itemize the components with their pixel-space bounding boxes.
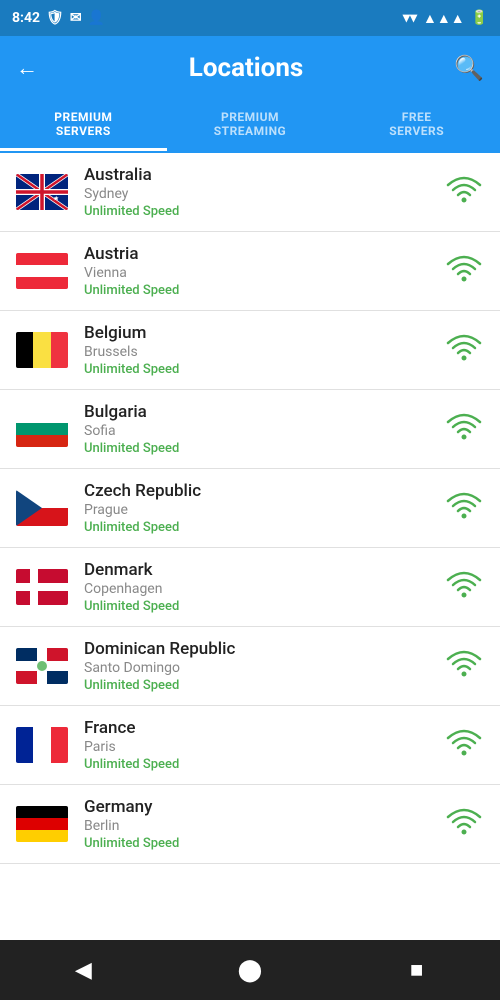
country-name: Belgium — [84, 323, 444, 343]
bottom-navigation: ◀ ⬤ ■ — [0, 940, 500, 1000]
location-info-austria: Austria Vienna Unlimited Speed — [84, 244, 444, 298]
flag-france — [16, 727, 68, 763]
speed-label: Unlimited Speed — [84, 283, 444, 298]
list-item[interactable]: Belgium Brussels Unlimited Speed — [0, 311, 500, 390]
time-display: 8:42 — [12, 10, 40, 26]
page-title: Locations — [189, 53, 304, 83]
flag-australia — [16, 174, 68, 210]
country-name: France — [84, 718, 444, 738]
city-name: Brussels — [84, 344, 444, 360]
country-name: Germany — [84, 797, 444, 817]
signal-strength-icon — [444, 333, 484, 367]
signal-strength-icon — [444, 728, 484, 762]
city-name: Prague — [84, 502, 444, 518]
city-name: Vienna — [84, 265, 444, 281]
mail-icon: ✉ — [70, 10, 82, 26]
speed-label: Unlimited Speed — [84, 678, 444, 693]
location-list: Australia Sydney Unlimited Speed Austria — [0, 153, 500, 940]
wifi-status-icon: ▾▾ — [403, 10, 417, 26]
country-name: Australia — [84, 165, 444, 185]
flag-dominican-republic — [16, 648, 68, 684]
speed-label: Unlimited Speed — [84, 441, 444, 456]
flag-austria — [16, 253, 68, 289]
location-info-germany: Germany Berlin Unlimited Speed — [84, 797, 444, 851]
signal-strength-icon — [444, 649, 484, 683]
country-name: Bulgaria — [84, 402, 444, 422]
speed-label: Unlimited Speed — [84, 520, 444, 535]
speed-label: Unlimited Speed — [84, 362, 444, 377]
tab-premium-streaming[interactable]: PREMIUMSTREAMING — [167, 100, 334, 151]
shield-icon: 🛡 — [46, 10, 64, 26]
status-bar: 8:42 🛡 ✉ 👤 ▾▾ ▲▲▲ 🔋 — [0, 0, 500, 36]
flag-bulgaria — [16, 411, 68, 447]
speed-label: Unlimited Speed — [84, 204, 444, 219]
signal-strength-icon — [444, 412, 484, 446]
location-info-belgium: Belgium Brussels Unlimited Speed — [84, 323, 444, 377]
country-name: Austria — [84, 244, 444, 264]
city-name: Paris — [84, 739, 444, 755]
city-name: Copenhagen — [84, 581, 444, 597]
flag-denmark — [16, 569, 68, 605]
recents-nav-button[interactable]: ■ — [387, 940, 447, 1000]
signal-strength-icon — [444, 175, 484, 209]
back-nav-button[interactable]: ◀ — [53, 940, 113, 1000]
list-item[interactable]: Dominican Republic Santo Domingo Unlimit… — [0, 627, 500, 706]
flag-czech-republic — [16, 490, 68, 526]
flag-germany — [16, 806, 68, 842]
city-name: Sydney — [84, 186, 444, 202]
speed-label: Unlimited Speed — [84, 599, 444, 614]
user-icon: 👤 — [88, 10, 105, 26]
location-info-bulgaria: Bulgaria Sofia Unlimited Speed — [84, 402, 444, 456]
list-item[interactable]: Bulgaria Sofia Unlimited Speed — [0, 390, 500, 469]
status-bar-right: ▾▾ ▲▲▲ 🔋 — [403, 10, 488, 27]
tab-free-servers[interactable]: FREESERVERS — [333, 100, 500, 151]
location-info-australia: Australia Sydney Unlimited Speed — [84, 165, 444, 219]
city-name: Santo Domingo — [84, 660, 444, 676]
flag-belgium — [16, 332, 68, 368]
country-name: Denmark — [84, 560, 444, 580]
location-info-dominican-republic: Dominican Republic Santo Domingo Unlimit… — [84, 639, 444, 693]
location-info-czech-republic: Czech Republic Prague Unlimited Speed — [84, 481, 444, 535]
list-item[interactable]: Germany Berlin Unlimited Speed — [0, 785, 500, 864]
list-item[interactable]: Australia Sydney Unlimited Speed — [0, 153, 500, 232]
tab-bar: PREMIUMSERVERS PREMIUMSTREAMING FREESERV… — [0, 100, 500, 153]
signal-strength-icon — [444, 807, 484, 841]
list-item[interactable]: Denmark Copenhagen Unlimited Speed — [0, 548, 500, 627]
signal-strength-icon — [444, 254, 484, 288]
country-name: Dominican Republic — [84, 639, 444, 659]
list-item[interactable]: Czech Republic Prague Unlimited Speed — [0, 469, 500, 548]
battery-icon: 🔋 — [471, 10, 488, 26]
location-info-denmark: Denmark Copenhagen Unlimited Speed — [84, 560, 444, 614]
signal-icon: ▲▲▲ — [423, 10, 465, 27]
status-bar-left: 8:42 🛡 ✉ 👤 — [12, 10, 105, 26]
back-button[interactable]: ← — [16, 55, 38, 81]
list-item[interactable]: France Paris Unlimited Speed — [0, 706, 500, 785]
header: ← Locations 🔍 — [0, 36, 500, 100]
location-info-france: France Paris Unlimited Speed — [84, 718, 444, 772]
tab-premium-servers[interactable]: PREMIUMSERVERS — [0, 100, 167, 151]
home-nav-button[interactable]: ⬤ — [220, 940, 280, 1000]
speed-label: Unlimited Speed — [84, 757, 444, 772]
search-button[interactable]: 🔍 — [454, 54, 484, 82]
signal-strength-icon — [444, 570, 484, 604]
list-item[interactable]: Austria Vienna Unlimited Speed — [0, 232, 500, 311]
signal-strength-icon — [444, 491, 484, 525]
city-name: Sofia — [84, 423, 444, 439]
country-name: Czech Republic — [84, 481, 444, 501]
city-name: Berlin — [84, 818, 444, 834]
speed-label: Unlimited Speed — [84, 836, 444, 851]
